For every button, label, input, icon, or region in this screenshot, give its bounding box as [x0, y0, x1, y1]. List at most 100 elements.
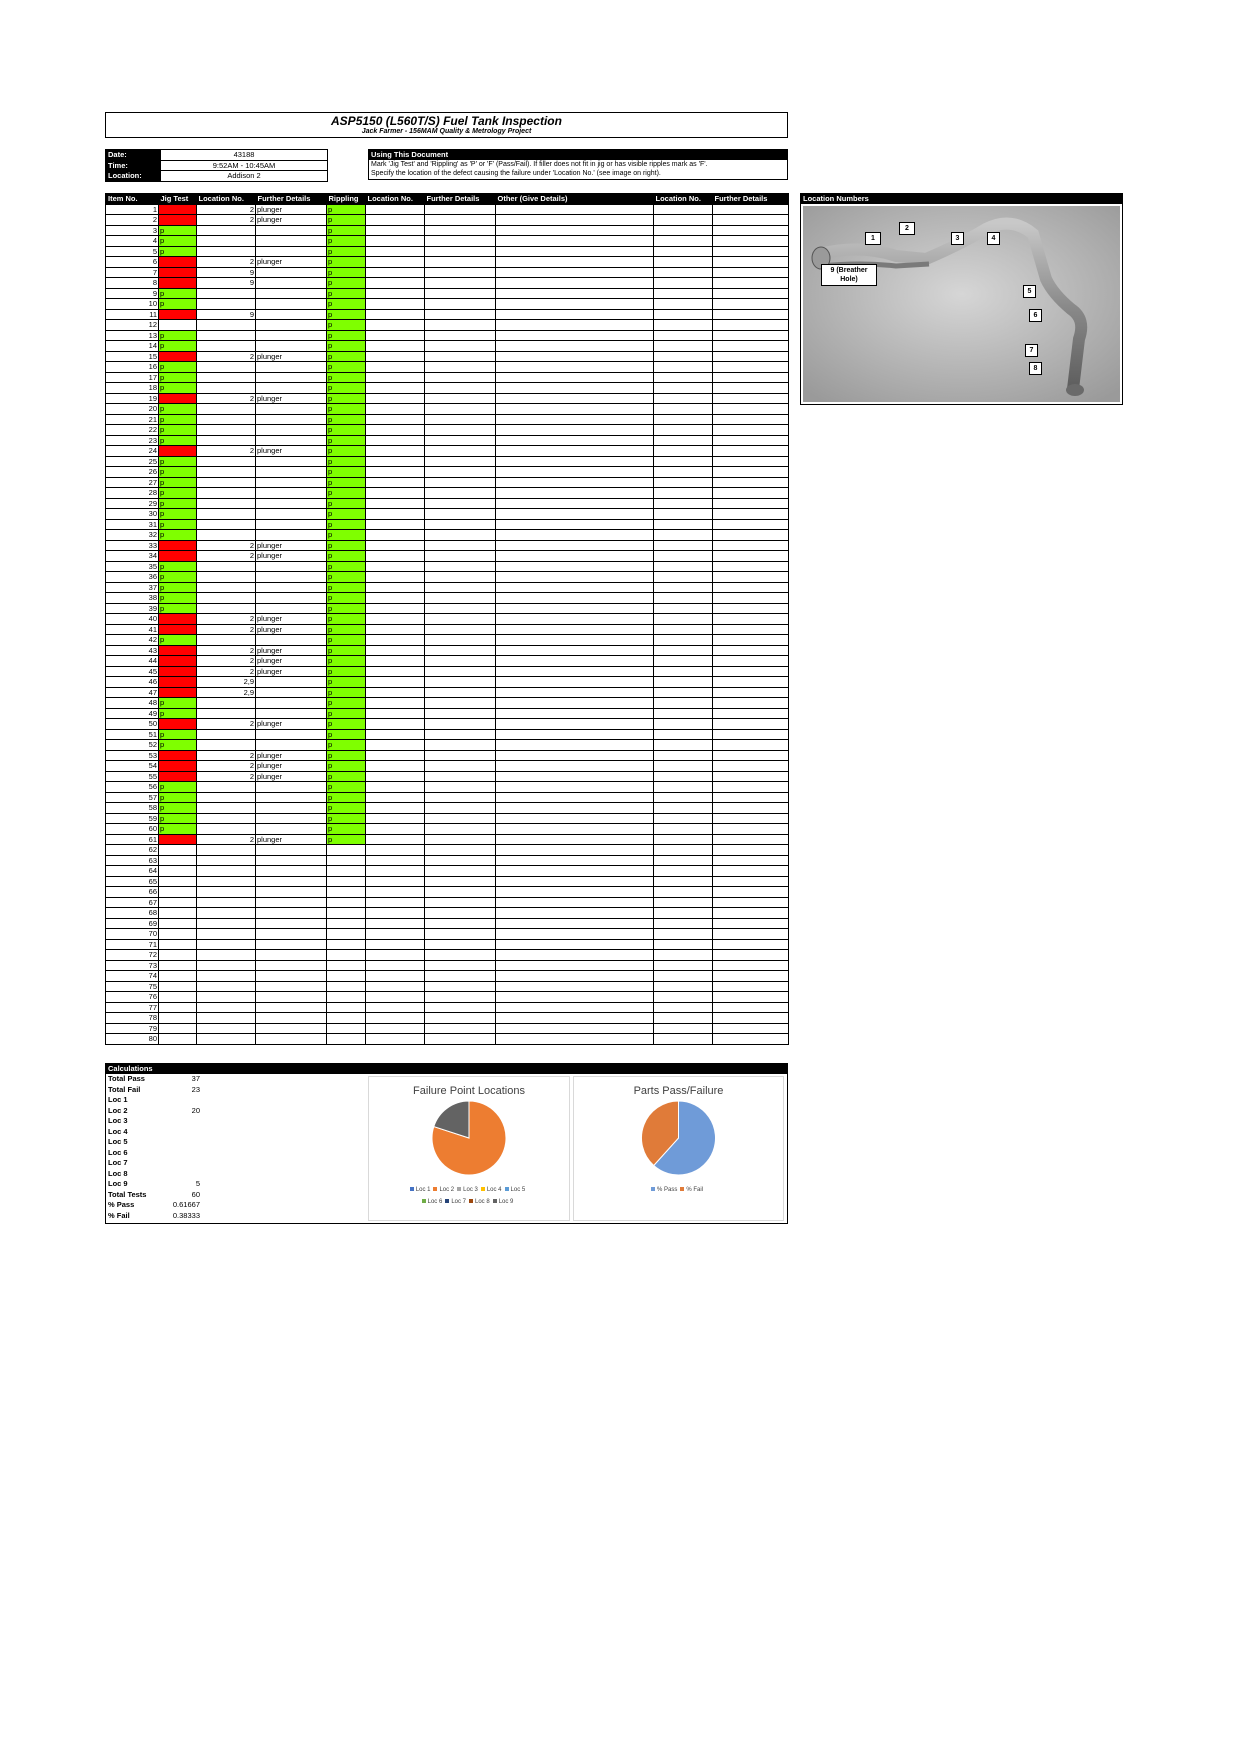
empty-cell[interactable]	[365, 560, 425, 572]
location-cell[interactable]	[196, 854, 256, 866]
rippling-cell[interactable]: p	[326, 812, 366, 824]
item-number[interactable]: 26	[105, 466, 159, 478]
jig-test-cell[interactable]: p	[158, 382, 197, 394]
item-number[interactable]: 23	[105, 434, 159, 446]
empty-cell[interactable]	[712, 298, 789, 310]
item-number[interactable]: 63	[105, 854, 159, 866]
jig-test-cell[interactable]: p	[158, 802, 197, 814]
further-details-cell[interactable]	[255, 340, 327, 352]
jig-test-cell[interactable]: p	[158, 529, 197, 541]
item-number[interactable]: 78	[105, 1012, 159, 1024]
empty-cell[interactable]	[365, 770, 425, 782]
item-number[interactable]: 51	[105, 728, 159, 740]
item-number[interactable]: 24	[105, 445, 159, 457]
further-details-cell[interactable]	[255, 917, 327, 929]
empty-cell[interactable]	[424, 476, 496, 488]
empty-cell[interactable]	[495, 497, 654, 509]
rippling-cell[interactable]: p	[326, 350, 366, 362]
further-details-cell[interactable]	[255, 686, 327, 698]
empty-cell[interactable]	[495, 644, 654, 656]
item-number[interactable]: 25	[105, 455, 159, 467]
empty-cell[interactable]	[495, 823, 654, 835]
empty-cell[interactable]	[365, 676, 425, 688]
jig-test-cell[interactable]	[158, 928, 197, 940]
empty-cell[interactable]	[495, 1033, 654, 1045]
further-details-cell[interactable]: plunger	[255, 655, 327, 667]
empty-cell[interactable]	[365, 413, 425, 425]
item-number[interactable]: 49	[105, 707, 159, 719]
rippling-cell[interactable]: p	[326, 319, 366, 331]
item-number[interactable]: 32	[105, 529, 159, 541]
rippling-cell[interactable]: p	[326, 371, 366, 383]
empty-cell[interactable]	[712, 361, 789, 373]
empty-cell[interactable]	[712, 256, 789, 268]
empty-cell[interactable]	[424, 980, 496, 992]
empty-cell[interactable]	[712, 497, 789, 509]
empty-cell[interactable]	[712, 508, 789, 520]
further-details-cell[interactable]: plunger	[255, 749, 327, 761]
location-cell[interactable]	[196, 896, 256, 908]
empty-cell[interactable]	[712, 665, 789, 677]
rippling-cell[interactable]: p	[326, 686, 366, 698]
empty-cell[interactable]	[712, 854, 789, 866]
empty-cell[interactable]	[495, 833, 654, 845]
location-cell[interactable]	[196, 728, 256, 740]
further-details-cell[interactable]	[255, 308, 327, 320]
empty-cell[interactable]	[424, 571, 496, 583]
empty-cell[interactable]	[365, 802, 425, 814]
empty-cell[interactable]	[712, 329, 789, 341]
empty-cell[interactable]	[365, 1012, 425, 1024]
empty-cell[interactable]	[365, 529, 425, 541]
rippling-cell[interactable]: p	[326, 802, 366, 814]
empty-cell[interactable]	[365, 613, 425, 625]
empty-cell[interactable]	[495, 350, 654, 362]
empty-cell[interactable]	[424, 623, 496, 635]
empty-cell[interactable]	[653, 613, 713, 625]
further-details-cell[interactable]	[255, 970, 327, 982]
item-number[interactable]: 61	[105, 833, 159, 845]
empty-cell[interactable]	[424, 655, 496, 667]
empty-cell[interactable]	[495, 613, 654, 625]
rippling-cell[interactable]: p	[326, 760, 366, 772]
empty-cell[interactable]	[424, 277, 496, 289]
empty-cell[interactable]	[712, 455, 789, 467]
empty-cell[interactable]	[712, 676, 789, 688]
empty-cell[interactable]	[365, 665, 425, 677]
location-cell[interactable]	[196, 938, 256, 950]
empty-cell[interactable]	[712, 760, 789, 772]
item-number[interactable]: 20	[105, 403, 159, 415]
jig-test-cell[interactable]: p	[158, 560, 197, 572]
item-number[interactable]: 28	[105, 487, 159, 499]
empty-cell[interactable]	[424, 844, 496, 856]
jig-test-cell[interactable]: p	[158, 707, 197, 719]
item-number[interactable]: 69	[105, 917, 159, 929]
empty-cell[interactable]	[712, 875, 789, 887]
empty-cell[interactable]	[712, 340, 789, 352]
further-details-cell[interactable]	[255, 634, 327, 646]
empty-cell[interactable]	[653, 655, 713, 667]
further-details-cell[interactable]	[255, 287, 327, 299]
location-cell[interactable]	[196, 634, 256, 646]
further-details-cell[interactable]	[255, 697, 327, 709]
jig-test-cell[interactable]: f	[158, 770, 197, 782]
empty-cell[interactable]	[365, 203, 425, 215]
empty-cell[interactable]	[424, 812, 496, 824]
rippling-cell[interactable]	[326, 1022, 366, 1034]
empty-cell[interactable]	[653, 508, 713, 520]
empty-cell[interactable]	[365, 823, 425, 835]
empty-cell[interactable]	[495, 445, 654, 457]
empty-cell[interactable]	[712, 812, 789, 824]
jig-test-cell[interactable]	[158, 917, 197, 929]
empty-cell[interactable]	[653, 833, 713, 845]
empty-cell[interactable]	[424, 350, 496, 362]
empty-cell[interactable]	[653, 466, 713, 478]
rippling-cell[interactable]: p	[326, 329, 366, 341]
empty-cell[interactable]	[424, 371, 496, 383]
empty-cell[interactable]	[712, 424, 789, 436]
empty-cell[interactable]	[365, 886, 425, 898]
rippling-cell[interactable]	[326, 991, 366, 1003]
jig-test-cell[interactable]: p	[158, 361, 197, 373]
location-cell[interactable]: 2	[196, 655, 256, 667]
empty-cell[interactable]	[495, 854, 654, 866]
empty-cell[interactable]	[653, 434, 713, 446]
